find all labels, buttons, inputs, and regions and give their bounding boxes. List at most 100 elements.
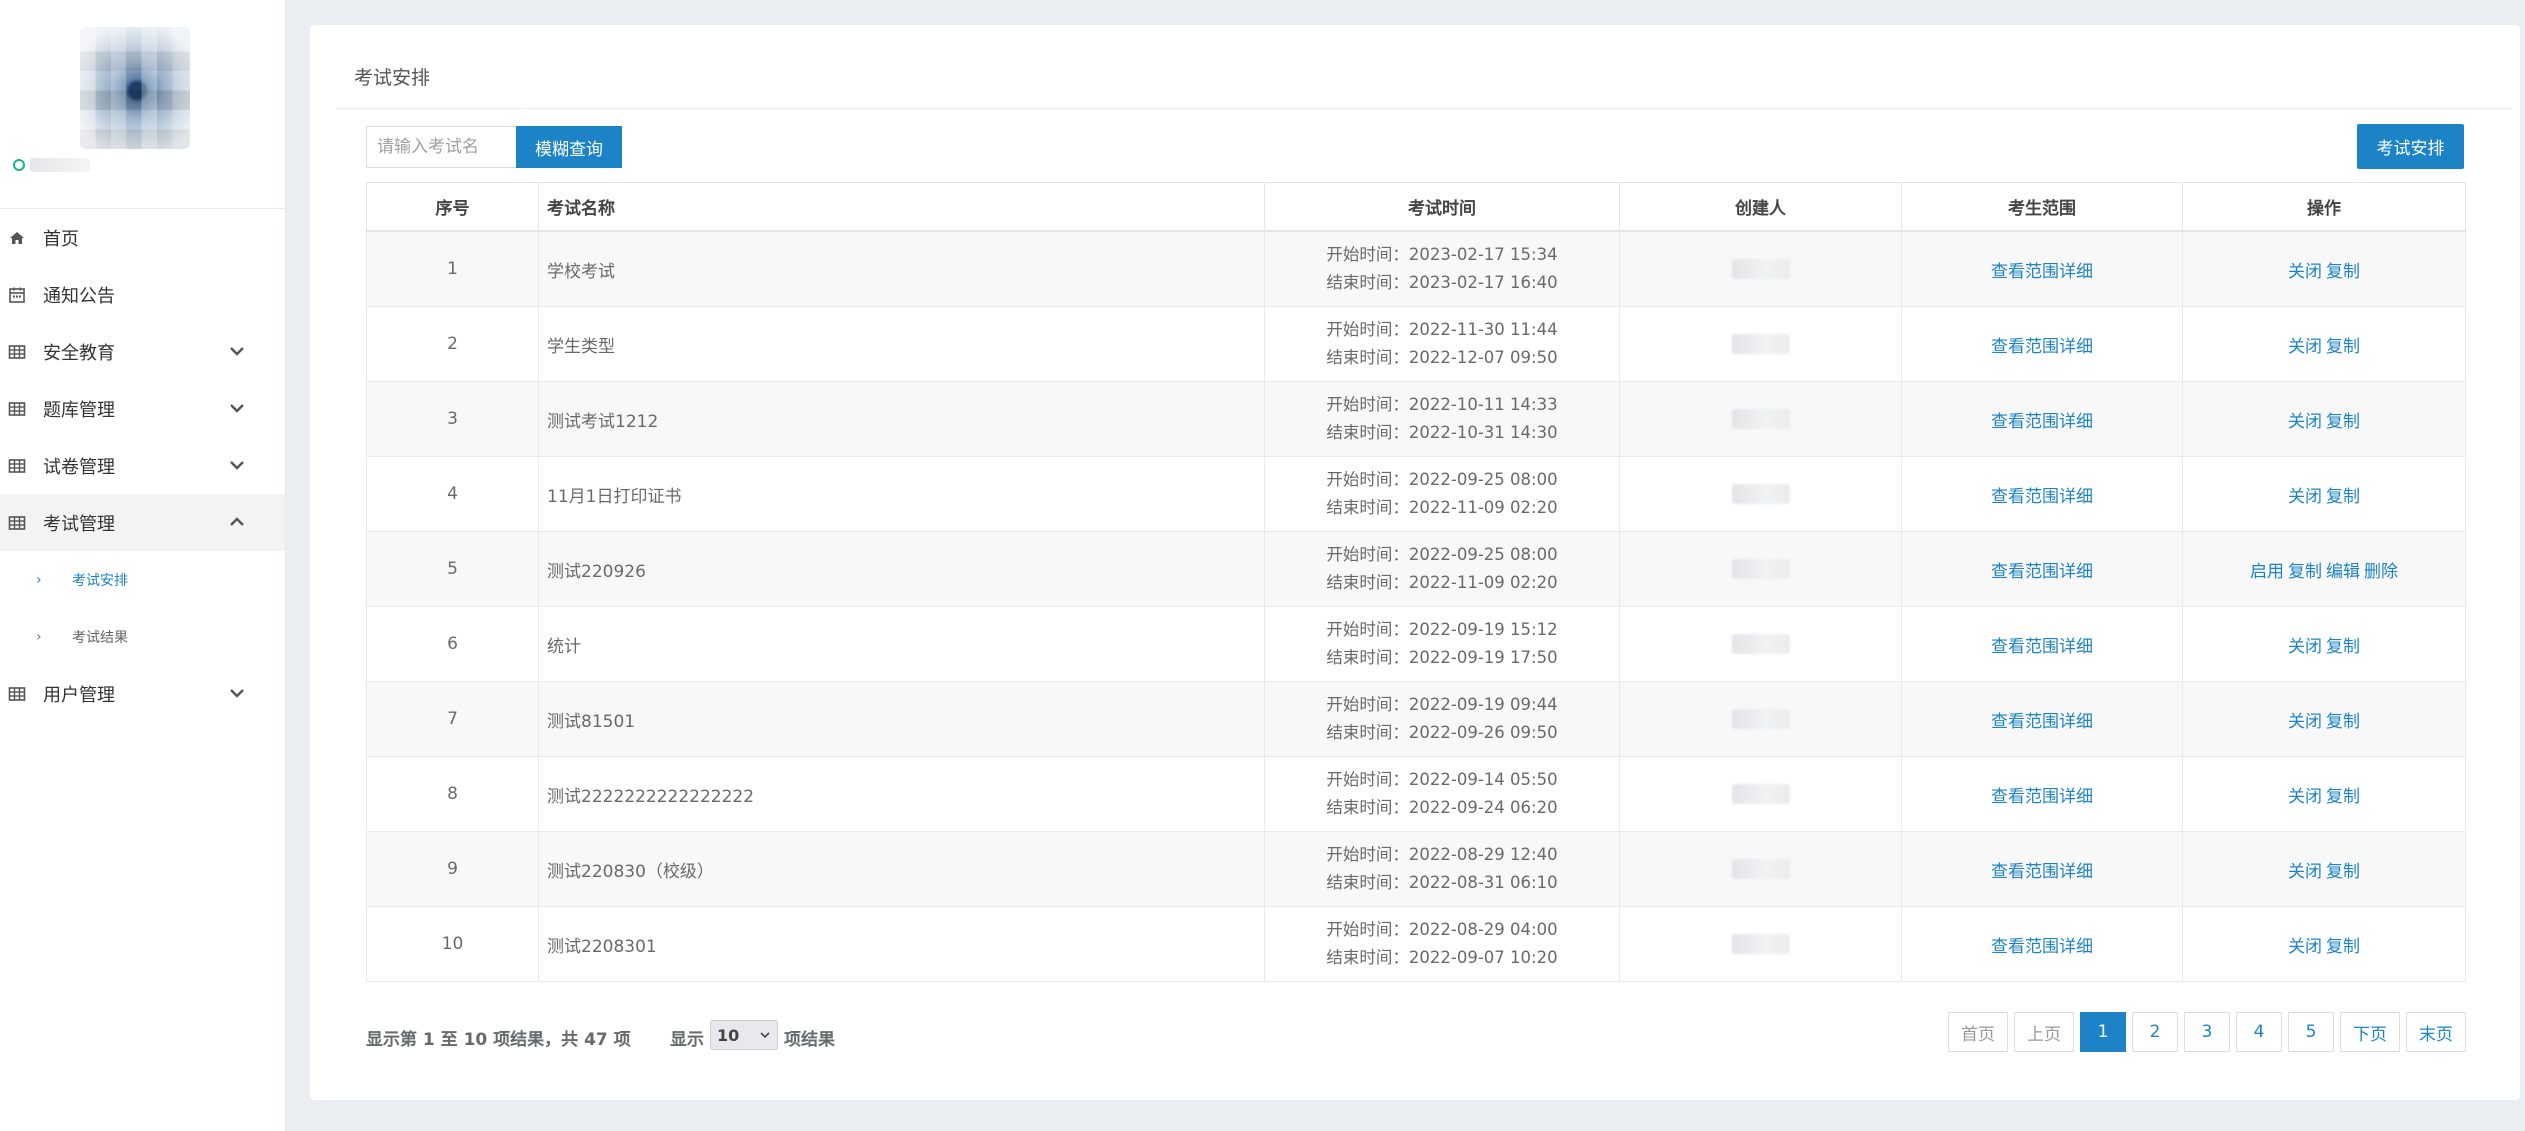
row-number: 5	[366, 531, 539, 607]
table-row: 10 测试2208301 开始时间：2022-08-29 04:00 结束时间：202…	[366, 906, 2466, 982]
creator-redacted	[1731, 334, 1790, 354]
row-action-link[interactable]: 复制	[2326, 412, 2360, 432]
row-action-link[interactable]: 复制	[2326, 637, 2360, 657]
candidate-scope: 查看范围详细	[1901, 906, 2183, 982]
row-action-link[interactable]: 关闭	[2288, 412, 2322, 432]
page-size-label: 显示	[670, 1030, 704, 1050]
exam-start-time: 开始时间：2022-08-29 04:00	[1326, 920, 1558, 939]
fuzzy-search-button[interactable]: 模糊查询	[516, 126, 622, 168]
creator-redacted	[1731, 784, 1790, 804]
pager-nav-button[interactable]: 末页	[2406, 1012, 2466, 1052]
exam-start-time: 开始时间：2022-10-11 14:33	[1326, 395, 1558, 414]
sidebar-item-notice[interactable]: 通知公告	[0, 266, 285, 323]
candidate-scope: 查看范围详细	[1901, 756, 2183, 832]
view-scope-link[interactable]: 查看范围详细	[1991, 862, 2093, 882]
row-action-link[interactable]: 删除	[2364, 562, 2398, 582]
row-action-link[interactable]: 复制	[2326, 262, 2360, 282]
page-size-select[interactable]: 10	[710, 1020, 778, 1050]
view-scope-link[interactable]: 查看范围详细	[1991, 487, 2093, 507]
chevron-right-icon: ›	[36, 571, 42, 588]
row-action-link[interactable]: 复制	[2326, 937, 2360, 957]
sidebar-subitem-label: 考试安排	[72, 572, 128, 589]
page-button[interactable]: 4	[2236, 1012, 2282, 1052]
sidebar-item-user-management[interactable]: 用户管理	[0, 665, 285, 722]
pager-nav-button[interactable]: 首页	[1948, 1012, 2008, 1052]
row-action-link[interactable]: 关闭	[2288, 862, 2322, 882]
candidate-scope: 查看范围详细	[1901, 531, 2183, 607]
exam-name: 测试81501	[538, 681, 1265, 757]
view-scope-link[interactable]: 查看范围详细	[1991, 637, 2093, 657]
page-button[interactable]: 3	[2184, 1012, 2230, 1052]
sidebar-item-home[interactable]: 首页	[0, 209, 285, 266]
chevron-down-icon	[227, 341, 247, 361]
column-header-exam-name[interactable]: 考试名称	[538, 182, 1265, 232]
exam-name: 统计	[538, 606, 1265, 682]
view-scope-link[interactable]: 查看范围详细	[1991, 562, 2093, 582]
row-number: 9	[366, 831, 539, 907]
page-title: 考试安排	[354, 67, 431, 89]
column-header-creator[interactable]: 创建人	[1619, 182, 1902, 232]
row-actions: 关闭 复制	[2182, 756, 2466, 832]
profile-area	[0, 0, 285, 209]
creator-redacted	[1731, 484, 1790, 504]
row-number: 1	[366, 230, 539, 307]
view-scope-link[interactable]: 查看范围详细	[1991, 712, 2093, 732]
page-button[interactable]: 2	[2132, 1012, 2178, 1052]
content-panel: 考试安排 模糊查询 考试安排 序号 考试名称 考试时间 创建人 考生范围 操作 …	[310, 25, 2520, 1100]
row-action-link[interactable]: 复制	[2326, 787, 2360, 807]
page-button[interactable]: 1	[2080, 1012, 2126, 1052]
sidebar-item-question-bank[interactable]: 题库管理	[0, 380, 285, 437]
view-scope-link[interactable]: 查看范围详细	[1991, 937, 2093, 957]
exam-arrange-button[interactable]: 考试安排	[2357, 124, 2464, 169]
page-button[interactable]: 5	[2288, 1012, 2334, 1052]
exam-time: 开始时间：2022-11-30 11:44 结束时间：2022-12-07 09:…	[1264, 306, 1620, 382]
row-action-link[interactable]: 编辑	[2326, 562, 2360, 582]
column-header-candidate-scope[interactable]: 考生范围	[1901, 182, 2183, 232]
pager-nav-button[interactable]: 上页	[2014, 1012, 2074, 1052]
sidebar-item-exam-management[interactable]: 考试管理	[0, 494, 285, 551]
view-scope-link[interactable]: 查看范围详细	[1991, 787, 2093, 807]
view-scope-link[interactable]: 查看范围详细	[1991, 412, 2093, 432]
candidate-scope: 查看范围详细	[1901, 681, 2183, 757]
sidebar-subitem-exam-arrangement[interactable]: › 考试安排	[0, 551, 285, 608]
sidebar-subitem-exam-results[interactable]: › 考试结果	[0, 608, 285, 665]
row-action-link[interactable]: 关闭	[2288, 787, 2322, 807]
search-input[interactable]	[366, 126, 516, 168]
row-action-link[interactable]: 启用	[2250, 562, 2284, 582]
column-header-no[interactable]: 序号	[366, 182, 539, 232]
username-redacted	[30, 158, 90, 172]
exam-end-time: 结束时间：2022-11-09 02:20	[1326, 573, 1558, 592]
view-scope-link[interactable]: 查看范围详细	[1991, 262, 2093, 282]
exam-time: 开始时间：2022-09-25 08:00 结束时间：2022-11-09 02:…	[1264, 531, 1620, 607]
page-size-value: 10	[717, 1025, 740, 1045]
row-action-link[interactable]: 复制	[2326, 337, 2360, 357]
row-action-link[interactable]: 关闭	[2288, 712, 2322, 732]
row-action-link[interactable]: 关闭	[2288, 262, 2322, 282]
sidebar-item-safety-education[interactable]: 安全教育	[0, 323, 285, 380]
column-header-exam-time[interactable]: 考试时间	[1264, 182, 1620, 232]
row-actions: 关闭 复制	[2182, 230, 2466, 307]
candidate-scope: 查看范围详细	[1901, 606, 2183, 682]
table-row: 3 测试考试1212 开始时间：2022-10-11 14:33 结束时间：2022-…	[366, 381, 2466, 457]
row-action-link[interactable]: 关闭	[2288, 937, 2322, 957]
sidebar-item-label: 首页	[43, 228, 79, 250]
exam-end-time: 结束时间：2022-09-24 06:20	[1326, 798, 1558, 817]
row-number: 7	[366, 681, 539, 757]
chevron-down-icon	[759, 1026, 771, 1045]
row-action-link[interactable]: 关闭	[2288, 487, 2322, 507]
row-action-link[interactable]: 复制	[2326, 862, 2360, 882]
table-row: 4 11月1日打印证书 开始时间：2022-09-25 08:00 结束时间：2022…	[366, 456, 2466, 532]
avatar[interactable]	[80, 27, 190, 149]
row-action-link[interactable]: 复制	[2326, 487, 2360, 507]
exam-name: 测试2222222222222222	[538, 756, 1265, 832]
view-scope-link[interactable]: 查看范围详细	[1991, 337, 2093, 357]
row-action-link[interactable]: 复制	[2288, 562, 2322, 582]
pager-nav-button[interactable]: 下页	[2340, 1012, 2400, 1052]
row-action-link[interactable]: 复制	[2326, 712, 2360, 732]
table-icon	[8, 685, 26, 703]
sidebar-item-paper-management[interactable]: 试卷管理	[0, 437, 285, 494]
table-row: 7 测试81501 开始时间：2022-09-19 09:44 结束时间：2022-0…	[366, 681, 2466, 757]
candidate-scope: 查看范围详细	[1901, 831, 2183, 907]
row-action-link[interactable]: 关闭	[2288, 337, 2322, 357]
row-action-link[interactable]: 关闭	[2288, 637, 2322, 657]
